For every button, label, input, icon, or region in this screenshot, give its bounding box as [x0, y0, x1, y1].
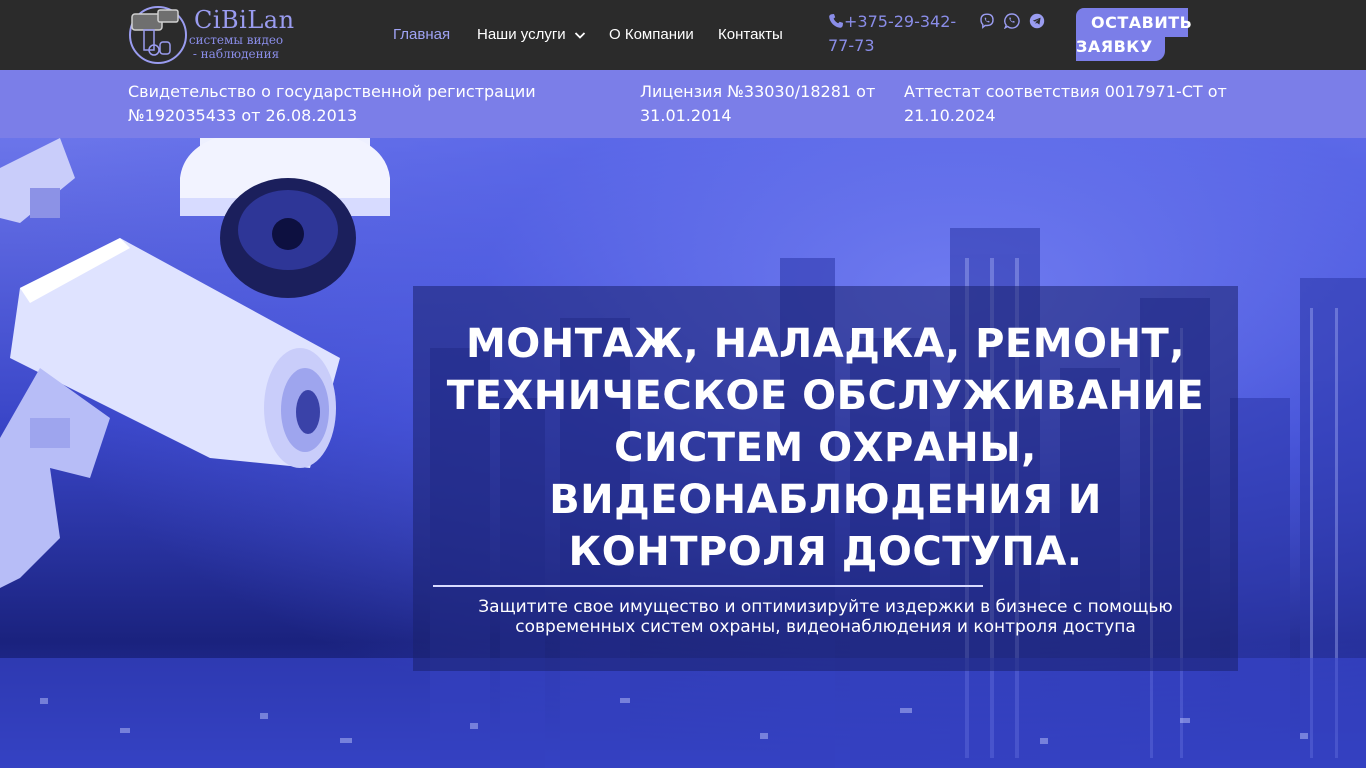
license-bar: Свидетельство о государственной регистра… — [0, 70, 1366, 138]
hero-divider — [433, 585, 983, 587]
phone-number: +375-29-342-77-73 — [828, 12, 957, 55]
nav-contacts[interactable]: Контакты — [718, 26, 783, 43]
phone-icon — [829, 14, 843, 28]
phone-link[interactable]: +375-29-342-77-73 — [828, 10, 968, 58]
nav-services[interactable]: Наши услуги — [477, 26, 586, 43]
camera-logo-icon — [129, 6, 187, 64]
registration-certificate: Свидетельство о государственной регистра… — [128, 82, 536, 125]
brand-tagline: системы видео - наблюдения — [188, 33, 284, 61]
request-button[interactable]: ОСТАВИТЬ ЗАЯВКУ — [1076, 8, 1192, 61]
hero-title: МОНТАЖ, НАЛАДКА, РЕМОНТ, ТЕХНИЧЕСКОЕ ОБС… — [446, 321, 1205, 575]
nav-home[interactable]: Главная — [393, 26, 450, 43]
license-number: Лицензия №33030/18281 от 31.01.2014 — [640, 82, 876, 125]
social-links — [979, 13, 1045, 29]
brand-logo[interactable]: CiBiLan системы видео - наблюдения — [128, 4, 294, 66]
hero-subtitle: Защитите свое имущество и оптимизируйте … — [478, 597, 1173, 637]
viber-icon[interactable] — [979, 13, 995, 29]
site-header: CiBiLan системы видео - наблюдения Главн… — [0, 0, 1366, 70]
telegram-icon[interactable] — [1029, 13, 1045, 29]
whatsapp-icon[interactable] — [1004, 13, 1020, 29]
request-button-line2: ЗАЯВКУ — [1076, 37, 1165, 61]
conformity-certificate: Аттестат соответствия 0017971-СТ от 21.1… — [904, 82, 1227, 125]
request-button-line1: ОСТАВИТЬ — [1076, 8, 1192, 37]
nav-about[interactable]: О Компании — [609, 26, 694, 43]
brand-name: CiBiLan — [194, 6, 295, 34]
chevron-down-icon — [574, 31, 585, 39]
hero-panel: МОНТАЖ, НАЛАДКА, РЕМОНТ, ТЕХНИЧЕСКОЕ ОБС… — [413, 286, 1238, 671]
nav-services-label: Наши услуги — [477, 26, 566, 43]
hero-section: МОНТАЖ, НАЛАДКА, РЕМОНТ, ТЕХНИЧЕСКОЕ ОБС… — [0, 138, 1366, 768]
